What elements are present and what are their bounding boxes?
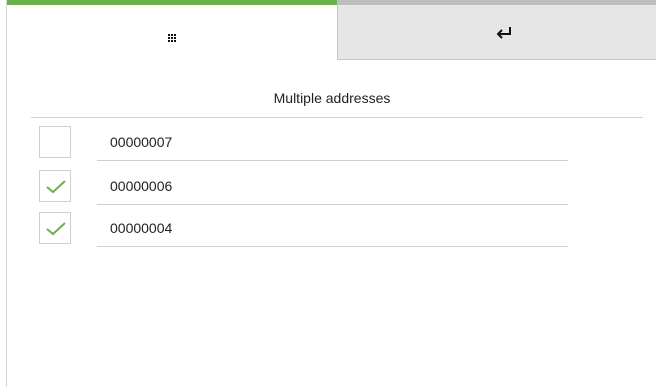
grid-icon: [168, 34, 177, 43]
address-row: 00000006: [7, 168, 656, 212]
tab-bar: [7, 0, 656, 60]
row-divider: [97, 204, 568, 205]
return-arrow-icon: [496, 27, 511, 39]
title-divider: [31, 117, 643, 118]
address-label[interactable]: 00000007: [110, 134, 172, 150]
address-label[interactable]: 00000004: [110, 220, 172, 236]
address-row: 00000007: [7, 124, 656, 168]
address-row: 00000004: [7, 210, 656, 254]
address-checkbox-00000007[interactable]: [39, 126, 71, 158]
tab-return[interactable]: [337, 0, 656, 60]
address-label[interactable]: 00000006: [110, 178, 172, 194]
row-divider: [97, 246, 568, 247]
address-checkbox-00000006[interactable]: [39, 170, 71, 202]
tab-keypad[interactable]: [7, 0, 337, 60]
address-checkbox-00000004[interactable]: [39, 212, 71, 244]
app-frame: Multiple addresses 00000007 00000006 000…: [6, 0, 656, 387]
checkmark-icon: [46, 222, 66, 236]
row-divider: [97, 160, 568, 161]
checkmark-icon: [46, 180, 66, 194]
page-title: Multiple addresses: [273, 90, 391, 106]
